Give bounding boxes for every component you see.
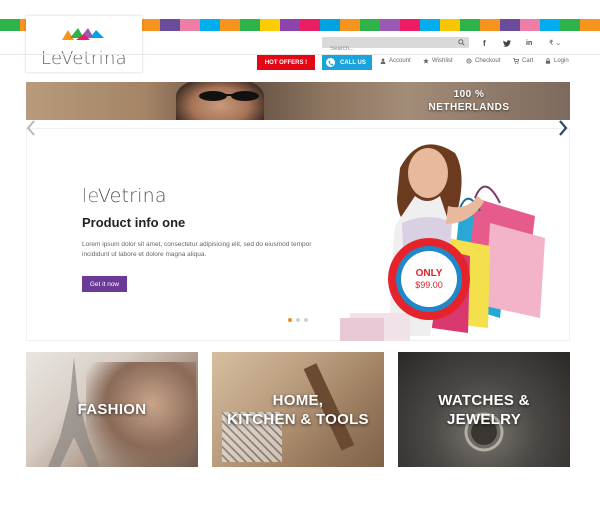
banner-line2: NETHERLANDS [428, 102, 510, 113]
stripe-segment [560, 19, 580, 31]
star-icon [423, 58, 429, 64]
hero-brand: leVetrina [82, 185, 167, 207]
stripe-segment [580, 19, 600, 31]
nav-checkout-label: Checkout [475, 58, 501, 64]
phone-icon [326, 58, 335, 67]
category-label-home-line2: KITCHEN & TOOLS [227, 410, 369, 428]
get-it-now-button[interactable]: Get it now [82, 276, 127, 292]
call-us-button[interactable]: CALL US [322, 55, 372, 70]
nav-wishlist[interactable]: Wishlist [423, 58, 453, 64]
nav-wishlist-label: Wishlist [432, 58, 453, 64]
checkout-icon [466, 58, 472, 64]
slider-dot[interactable] [304, 318, 308, 322]
sunglasses-graphic [199, 91, 259, 101]
stripe-segment [240, 19, 260, 31]
facebook-icon[interactable]: f [483, 38, 486, 48]
category-label-watches: WATCHES & JEWELRY [438, 391, 530, 429]
category-label-home-line1: HOME, [272, 391, 324, 409]
stripe-segment [540, 19, 560, 31]
stripe-segment [460, 19, 480, 31]
search-bar [322, 37, 469, 55]
nav-account-label: Account [389, 58, 411, 64]
banner-text: 100 % NETHERLANDS [424, 88, 514, 114]
price-badge: ONLY $99.00 [388, 238, 470, 320]
linkedin-icon[interactable]: in [526, 38, 532, 48]
cart-icon [513, 58, 519, 64]
category-label-fashion: FASHION [78, 400, 147, 419]
stripe-segment [500, 19, 520, 31]
nav-cart-label: Cart [522, 58, 534, 64]
price-badge-ring: ONLY $99.00 [396, 246, 462, 312]
promo-banner[interactable]: 100 % NETHERLANDS [26, 82, 570, 120]
slider-dots [288, 318, 308, 322]
stripe-segment [160, 19, 180, 31]
logo-text: LeVetrina [41, 48, 127, 69]
slider-dot[interactable] [296, 318, 300, 322]
price-badge-label: ONLY [415, 268, 443, 279]
hero-title: Product info one [82, 215, 186, 230]
search-icon[interactable] [458, 39, 465, 46]
nav-checkout[interactable]: Checkout [466, 58, 500, 64]
stripe-segment [180, 19, 200, 31]
stripe-segment [140, 19, 160, 31]
nav-login[interactable]: Login [545, 58, 569, 64]
nav-login-label: Login [554, 58, 569, 64]
price-badge-inner: ONLY $99.00 [401, 251, 457, 307]
call-us-label: CALL US [340, 59, 366, 66]
stripe-segment [300, 19, 320, 31]
chevron-left-icon[interactable] [25, 119, 37, 137]
currency-selector[interactable]: ₹ ⌄ [549, 38, 561, 48]
stripe-segment [200, 19, 220, 31]
stripe-segment [360, 19, 380, 31]
stripe-segment [320, 19, 340, 31]
chevron-right-icon[interactable] [557, 119, 569, 137]
logo-mark-icon [62, 28, 104, 40]
category-label-home: HOME, KITCHEN & TOOLS [227, 391, 369, 429]
hero-brand-suffix: Vetrina [97, 185, 167, 207]
twitter-icon[interactable] [503, 38, 511, 48]
stripe-segment [0, 19, 20, 31]
hero-description: Lorem ipsum dolor sit amet, consectetur … [82, 241, 312, 258]
search-input[interactable] [322, 43, 452, 55]
stripe-segment [260, 19, 280, 31]
category-tile-watches-jewelry[interactable]: WATCHES & JEWELRY [398, 352, 570, 467]
stripe-segment [520, 19, 540, 31]
category-tile-home-kitchen[interactable]: HOME, KITCHEN & TOOLS [212, 352, 384, 467]
stripe-segment [280, 19, 300, 31]
stripe-segment [380, 19, 400, 31]
hero-brand-prefix: le [82, 185, 98, 207]
stripe-segment [220, 19, 240, 31]
lock-icon [545, 58, 551, 64]
banner-line1: 100 % [453, 89, 485, 100]
user-icon [380, 58, 386, 64]
category-tile-fashion[interactable]: FASHION [26, 352, 198, 467]
price-badge-price: $99.00 [415, 280, 443, 290]
stripe-segment [340, 19, 360, 31]
nav-cart[interactable]: Cart [513, 58, 533, 64]
category-label-fashion-line1: FASHION [77, 401, 147, 418]
banner-model-photo [176, 82, 264, 120]
category-label-watches-line2: JEWELRY [446, 410, 522, 428]
category-label-watches-line1: WATCHES & [438, 391, 530, 409]
stripe-segment [440, 19, 460, 31]
stripe-segment [420, 19, 440, 31]
hot-offers-button[interactable]: HOT OFFERS ! [257, 55, 315, 70]
stripe-segment [480, 19, 500, 31]
nav-account[interactable]: Account [380, 58, 411, 64]
slider-dot[interactable] [288, 318, 292, 322]
stripe-segment [400, 19, 420, 31]
logo[interactable]: LeVetrina [26, 16, 142, 72]
